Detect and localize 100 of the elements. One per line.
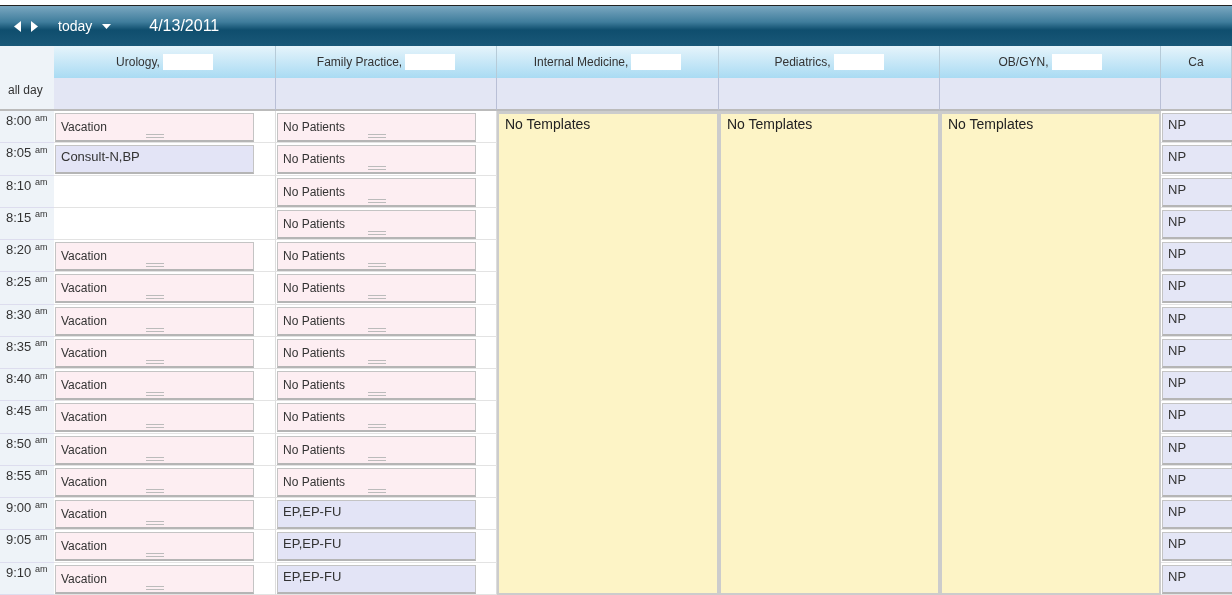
blocked-slot[interactable]: No Patients <box>277 467 476 497</box>
grip-icon <box>367 424 386 429</box>
blocked-slot[interactable]: Vacation <box>55 500 254 529</box>
appointment-slot[interactable]: EP,EP-FU <box>277 564 476 594</box>
today-dropdown[interactable]: today <box>54 15 116 37</box>
grip-icon <box>367 295 386 300</box>
blocked-slot[interactable]: Vacation <box>55 564 254 594</box>
time-label: 8:55 $^{am}$ <box>0 465 54 498</box>
np-slot[interactable]: NP <box>1162 209 1232 239</box>
np-slot[interactable]: NP <box>1162 145 1232 175</box>
blocked-slot[interactable]: No Patients <box>277 403 476 433</box>
grip-icon <box>145 134 164 138</box>
right-triangle-icon <box>31 20 38 32</box>
blocked-slot[interactable]: Vacation <box>55 371 254 400</box>
grip-icon <box>145 521 164 525</box>
column-title: Family Practice, <box>316 54 403 71</box>
redacted-block <box>631 54 682 70</box>
redacted-block <box>833 54 884 70</box>
np-slot[interactable]: NP <box>1162 500 1232 529</box>
time-label: 9:00 $^{am}$ <box>0 498 54 531</box>
time-label: 9:10 $^{am}$ <box>0 562 54 595</box>
time-label: 8:15 $^{am}$ <box>0 207 54 240</box>
time-label: 8:05 $^{am}$ <box>0 143 54 176</box>
np-slot[interactable]: NP <box>1162 371 1232 400</box>
blocked-slot[interactable]: No Patients <box>277 177 476 207</box>
blocked-slot[interactable]: No Patients <box>277 435 476 465</box>
np-slot[interactable]: NP <box>1162 242 1232 271</box>
np-slot[interactable]: NP <box>1162 177 1232 207</box>
next-button[interactable] <box>31 20 38 32</box>
time-label: 9:05 $^{am}$ <box>0 530 54 563</box>
np-slot[interactable]: NP <box>1162 306 1232 336</box>
no-templates-area: No Templates <box>497 111 719 595</box>
blocked-slot[interactable]: Vacation <box>55 306 254 336</box>
column-title: Urology, <box>116 54 160 71</box>
appointment-slot[interactable]: EP,EP-FU <box>277 532 476 562</box>
blocked-slot[interactable]: No Patients <box>277 371 476 400</box>
time-label: 8:45 $^{am}$ <box>0 401 54 434</box>
time-label: 8:40 $^{am}$ <box>0 369 54 402</box>
appointment-slot[interactable]: EP,EP-FU <box>277 500 476 529</box>
blocked-slot[interactable]: Vacation <box>55 274 254 304</box>
all-day-label: all day <box>0 78 54 111</box>
column-title: OB/GYN, <box>998 54 1049 71</box>
grip-icon <box>145 392 164 396</box>
blocked-slot[interactable]: No Patients <box>277 145 476 175</box>
time-label: 8:10 $^{am}$ <box>0 175 54 208</box>
grip-icon <box>145 295 164 300</box>
time-label: 8:20 $^{am}$ <box>0 240 54 273</box>
blocked-slot[interactable]: No Patients <box>277 338 476 368</box>
blocked-slot[interactable]: No Patients <box>277 306 476 336</box>
grip-icon <box>145 359 164 364</box>
np-slot[interactable]: NP <box>1162 564 1232 594</box>
time-label: 8:30 $^{am}$ <box>0 304 54 337</box>
grip-icon <box>367 166 386 171</box>
grip-icon <box>367 359 386 364</box>
blocked-slot[interactable]: Vacation <box>55 532 254 562</box>
grip-icon <box>145 327 164 332</box>
redacted-block <box>405 54 456 70</box>
appointment-slot[interactable]: Consult-N,BP <box>55 145 254 175</box>
blocked-slot[interactable]: No Patients <box>277 274 476 304</box>
grip-icon <box>367 230 386 235</box>
blocked-slot[interactable]: No Patients <box>277 209 476 239</box>
np-slot[interactable]: NP <box>1162 403 1232 433</box>
np-slot[interactable]: NP <box>1162 435 1232 465</box>
blocked-slot[interactable]: Vacation <box>55 403 254 433</box>
blocked-slot[interactable]: No Patients <box>277 242 476 271</box>
grip-icon <box>367 198 386 203</box>
column-title: Pediatrics, <box>774 54 831 71</box>
grip-icon <box>367 263 386 267</box>
grip-icon <box>145 553 164 558</box>
time-label: 8:00 $^{am}$ <box>0 111 54 144</box>
time-label: 8:25 $^{am}$ <box>0 272 54 305</box>
np-slot[interactable]: NP <box>1162 338 1232 368</box>
time-label: 8:35 $^{am}$ <box>0 336 54 369</box>
redacted-block <box>1051 54 1102 70</box>
grip-icon <box>145 488 164 493</box>
np-slot[interactable]: NP <box>1162 467 1232 497</box>
blocked-slot[interactable]: Vacation <box>55 338 254 368</box>
grip-icon <box>367 456 386 461</box>
time-label: 8:50 $^{am}$ <box>0 433 54 466</box>
blocked-slot[interactable]: Vacation <box>55 113 254 142</box>
grip-icon <box>145 424 164 429</box>
np-slot[interactable]: NP <box>1162 274 1232 304</box>
np-slot[interactable]: NP <box>1162 532 1232 562</box>
header-corner <box>0 46 54 78</box>
no-templates-area: No Templates <box>940 111 1161 595</box>
grip-icon <box>367 392 386 396</box>
np-slot[interactable]: NP <box>1162 113 1232 142</box>
blocked-slot[interactable]: Vacation <box>55 242 254 271</box>
left-triangle-icon <box>14 20 21 32</box>
previous-button[interactable] <box>14 20 21 32</box>
grip-icon <box>145 456 164 461</box>
grip-icon <box>145 585 164 590</box>
redacted-block <box>162 54 213 70</box>
date-label: 4/13/2011 <box>149 16 220 36</box>
grip-icon <box>145 263 164 267</box>
no-templates-area: No Templates <box>719 111 940 595</box>
blocked-slot[interactable]: Vacation <box>55 435 254 465</box>
blocked-slot[interactable]: Vacation <box>55 467 254 497</box>
blocked-slot[interactable]: No Patients <box>277 113 476 142</box>
grip-icon <box>367 488 386 493</box>
